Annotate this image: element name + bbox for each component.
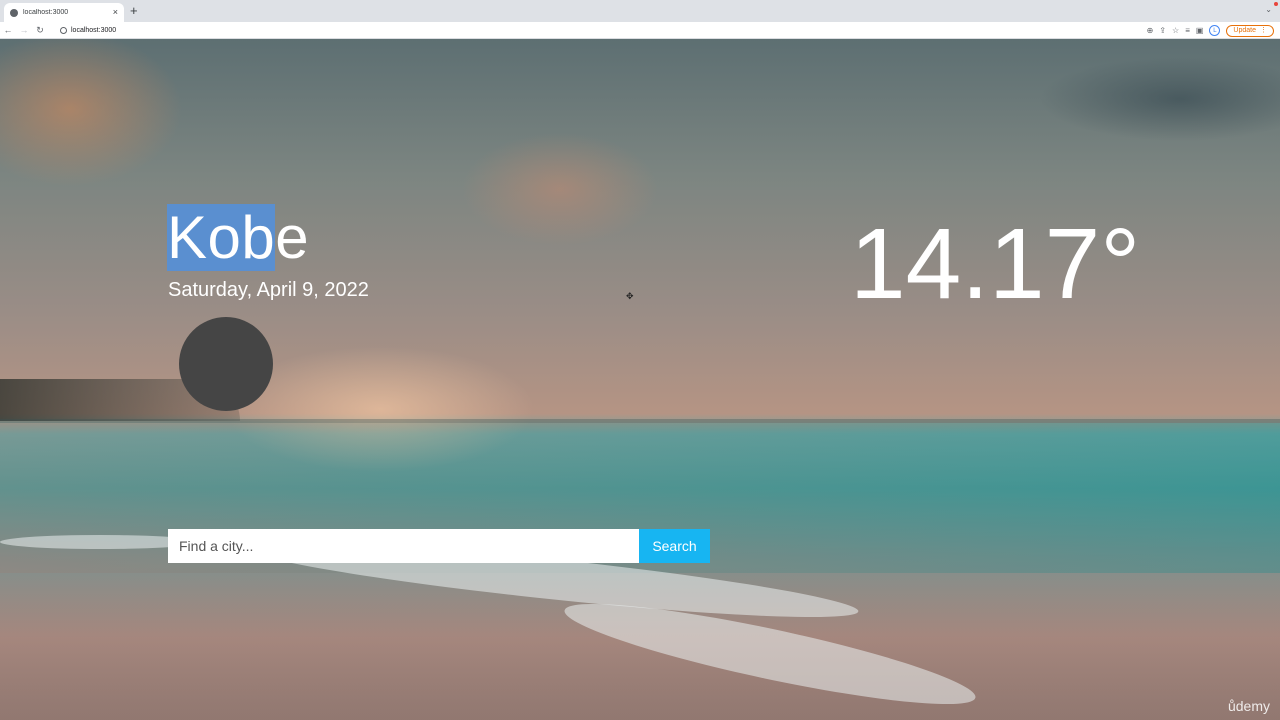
zoom-icon[interactable]: ⊕ <box>1147 22 1154 39</box>
udemy-watermark: ůdemy <box>1227 698 1270 714</box>
temperature: 14.17° <box>850 208 1141 320</box>
browser-toolbar: ← → ↻ localhost:3000 ⊕ ⇪ ☆ ≡ ▣ L Update … <box>0 22 1280 39</box>
profile-icon[interactable]: L <box>1209 25 1221 36</box>
search-button[interactable]: Search <box>639 529 710 563</box>
city-name: Kobe <box>167 201 309 275</box>
search-form: Search <box>168 529 710 563</box>
city-search-input[interactable] <box>168 529 639 563</box>
forward-icon[interactable]: → <box>16 22 32 39</box>
address-bar[interactable]: localhost:3000 <box>54 23 1124 38</box>
bookmark-star-icon[interactable]: ☆ <box>1172 22 1179 39</box>
browser-tab[interactable]: localhost:3000 × <box>4 3 124 22</box>
weather-icon <box>179 317 273 411</box>
update-button[interactable]: Update ⋮ <box>1226 24 1274 37</box>
back-icon[interactable]: ← <box>0 22 16 39</box>
browser-tabstrip: localhost:3000 × + ⌄ <box>0 0 1280 22</box>
tab-close-icon[interactable]: × <box>113 8 118 17</box>
new-tab-button[interactable]: + <box>130 4 138 18</box>
reload-icon[interactable]: ↻ <box>32 22 48 39</box>
share-icon[interactable]: ⇪ <box>1159 22 1166 39</box>
info-icon[interactable] <box>60 27 67 34</box>
background-horizon <box>0 419 1280 423</box>
recording-dot-icon <box>1274 2 1278 6</box>
mouse-cursor-icon: ✥ <box>626 291 634 301</box>
address-text: localhost:3000 <box>71 27 117 34</box>
reading-list-icon[interactable]: ≡ <box>1185 22 1190 39</box>
toolbar-actions: ⊕ ⇪ ☆ ≡ ▣ L Update ⋮ <box>1147 22 1274 39</box>
page-viewport: Kobe Saturday, April 9, 2022 14.17° ✥ Se… <box>0 39 1280 720</box>
update-label: Update <box>1233 26 1256 34</box>
tab-search-icon[interactable]: ⌄ <box>1265 5 1272 14</box>
sidebar-icon[interactable]: ▣ <box>1196 22 1204 39</box>
tab-title: localhost:3000 <box>23 9 69 16</box>
date-text: Saturday, April 9, 2022 <box>168 279 369 301</box>
city-name-rest: e <box>275 204 310 271</box>
globe-icon <box>10 8 18 17</box>
city-name-selected: Kob <box>167 204 276 271</box>
menu-icon: ⋮ <box>1260 26 1267 34</box>
